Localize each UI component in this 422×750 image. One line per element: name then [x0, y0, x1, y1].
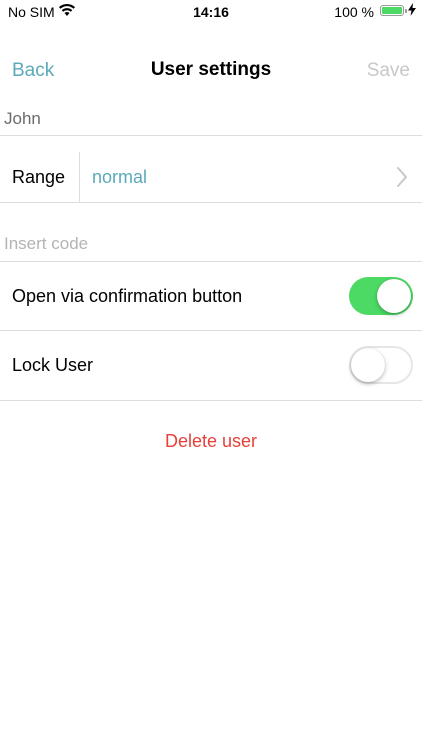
save-button[interactable]: Save: [367, 60, 410, 82]
range-row[interactable]: Range normal: [0, 152, 422, 202]
open-via-confirmation-label: Open via confirmation button: [12, 286, 243, 306]
lock-user-row: Lock User: [0, 331, 422, 399]
delete-user-button[interactable]: Delete user: [0, 431, 422, 452]
lock-user-switch[interactable]: [349, 346, 413, 384]
battery-percentage: 100 %: [334, 4, 374, 20]
open-via-confirmation-switch[interactable]: [349, 277, 413, 315]
navigation-bar: Back User settings Save: [0, 50, 422, 90]
code-field[interactable]: [4, 232, 414, 256]
charging-bolt-icon: [408, 3, 416, 16]
battery-icon: [380, 5, 407, 16]
range-label: Range: [12, 167, 66, 187]
divider: [0, 135, 422, 136]
status-bar: No SIM 14:16 100 %: [0, 0, 422, 24]
switch-knob: [377, 279, 411, 313]
range-value: normal: [92, 167, 148, 187]
divider: [79, 152, 80, 202]
user-name-field[interactable]: [4, 107, 414, 131]
divider: [0, 202, 422, 203]
switch-knob: [351, 348, 385, 382]
divider: [0, 400, 422, 401]
page-title: User settings: [150, 59, 272, 80]
open-via-confirmation-row: Open via confirmation button: [0, 262, 422, 330]
chevron-right-icon: [397, 167, 407, 187]
lock-user-label: Lock User: [12, 355, 94, 375]
